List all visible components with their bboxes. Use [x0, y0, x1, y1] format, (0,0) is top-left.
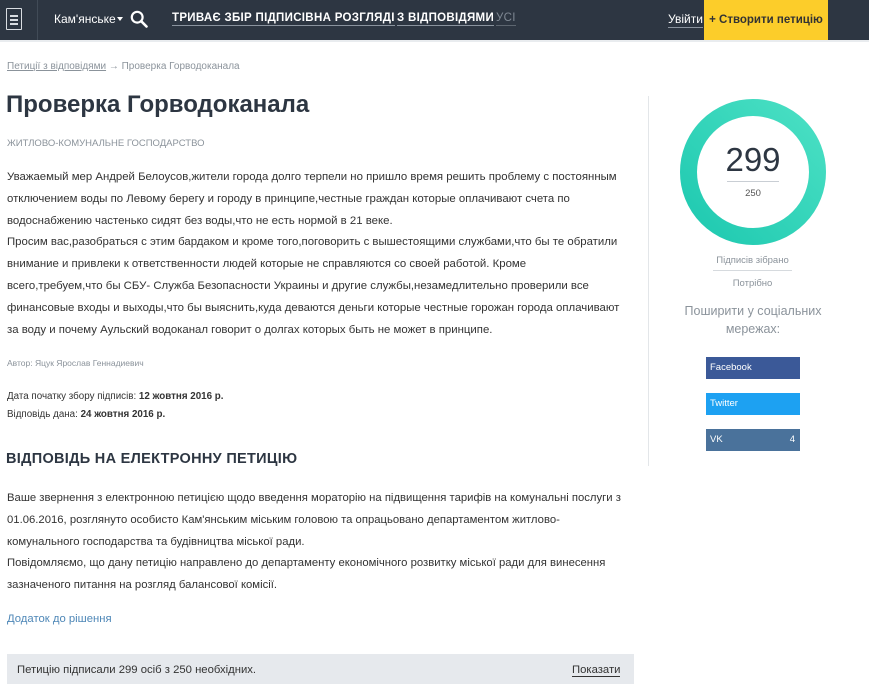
share-heading-line: мережах:	[725, 322, 781, 336]
petition-text-line: водоснабжению частенько сидят без воды,ч…	[7, 214, 393, 227]
vk-share-button[interactable]: VK 4	[706, 429, 800, 451]
petition-text-line: за воду и почему Аульский водоканал гово…	[7, 323, 493, 336]
petition-logo-icon[interactable]	[6, 8, 22, 30]
share-heading: Поширити у соціальних мережах:	[668, 302, 838, 338]
share-heading-line: Поширити у соціальних	[684, 304, 822, 318]
city-selector[interactable]: Кам'янське	[54, 12, 116, 26]
petition-text-line: Уважаемый мер Андрей Белоусов,жители гор…	[7, 171, 617, 183]
signers-summary: Петицію підписали 299 осіб з 250 необхід…	[17, 664, 257, 676]
response-text-line: 01.06.2016, розглянуто особисто Кам'янсь…	[7, 513, 560, 526]
petition-text-line: внимание и привлеки к ответственности лю…	[7, 258, 527, 271]
start-date-value: 12 жовтня 2016 р.	[138, 391, 224, 402]
petition-dates: Дата початку збору підписів: 12 жовтня 2…	[7, 388, 224, 424]
petition-text-line: финансовые входы и выходы,что бы выяснит…	[7, 301, 620, 314]
response-text-line: комунального господарства та будівництва…	[7, 535, 305, 548]
signatures-collected-label: Підписів зібрано	[716, 255, 789, 266]
petition-category: ЖИТЛОВО-КОМУНАЛЬНЕ ГОСПОДАРСТВО	[7, 138, 205, 149]
signature-count: 299	[725, 141, 781, 178]
show-signers-button[interactable]: Показати	[572, 664, 621, 677]
petition-text-line: Просим вас,разобраться с этим бардаком и…	[7, 236, 618, 249]
collected-divider	[713, 270, 792, 271]
count-divider	[727, 181, 779, 182]
response-text: Ваше звернення з електронною петицією що…	[7, 488, 637, 597]
facebook-share-button[interactable]: Facebook	[706, 357, 800, 379]
petition-author: Автор: Яцук Ярослав Геннадиевич	[7, 358, 144, 368]
header-shadow	[0, 40, 869, 42]
vk-label: VK	[710, 434, 723, 445]
answer-date-label: Відповідь дана:	[7, 409, 78, 420]
petition-text-line: всего,требуем,что бы СБУ- Служба Безопас…	[7, 279, 589, 292]
nav-collecting-signatures[interactable]: ТРИВАЄ ЗБІР ПІДПИСІВ	[172, 12, 314, 26]
login-link[interactable]: Увійти	[668, 12, 703, 28]
answer-date-row: Відповідь дана: 24 жовтня 2016 р.	[7, 406, 224, 424]
facebook-label: Facebook	[710, 362, 752, 373]
response-text-line: Ваше звернення з електронною петицією що…	[7, 492, 621, 504]
twitter-label: Twitter	[710, 398, 738, 409]
search-icon[interactable]	[130, 10, 148, 28]
nav-under-review[interactable]: НА РОЗГЛЯДІ	[314, 12, 395, 26]
twitter-share-button[interactable]: Twitter	[706, 393, 800, 415]
start-date-row: Дата початку збору підписів: 12 жовтня 2…	[7, 388, 224, 406]
chevron-down-icon[interactable]	[117, 17, 123, 21]
breadcrumb-link-answered[interactable]: Петиції з відповідями	[7, 61, 106, 72]
page-title: Проверка Горводоканала	[6, 91, 310, 118]
top-navigation-bar: Кам'янське ТРИВАЄ ЗБІР ПІДПИСІВ НА РОЗГЛ…	[0, 0, 869, 40]
response-text-line: зазначеного питання на розгляд балансово…	[7, 579, 278, 592]
vk-share-count: 4	[789, 434, 795, 445]
breadcrumb-current: Проверка Горводоканала	[121, 61, 240, 72]
response-text-line: Повідомляємо, що дану петицію направлено…	[7, 557, 606, 570]
petition-text-line: отключением воды по Левому берегу и горо…	[7, 192, 570, 205]
signature-goal: 250	[745, 188, 761, 199]
nav-answered[interactable]: З ВІДПОВІДЯМИ	[397, 12, 495, 26]
start-date-label: Дата початку збору підписів:	[7, 391, 137, 402]
logo-divider	[37, 0, 38, 40]
nav-all[interactable]: УСІ	[496, 12, 516, 26]
petition-text: Уважаемый мер Андрей Белоусов,жители гор…	[7, 167, 637, 341]
sidebar-divider	[648, 96, 649, 466]
answer-date-value: 24 жовтня 2016 р.	[80, 409, 166, 420]
response-heading: ВІДПОВІДЬ НА ЕЛЕКТРОННУ ПЕТИЦІЮ	[6, 451, 298, 467]
attachment-link[interactable]: Додаток до рішення	[7, 613, 112, 625]
breadcrumb-arrow-icon: →	[108, 61, 119, 72]
create-petition-button[interactable]: + Створити петицію	[704, 0, 828, 40]
signatures-needed-label: Потрібно	[732, 278, 773, 289]
breadcrumb: Петиції з відповідями → Проверка Горводо…	[7, 61, 240, 72]
